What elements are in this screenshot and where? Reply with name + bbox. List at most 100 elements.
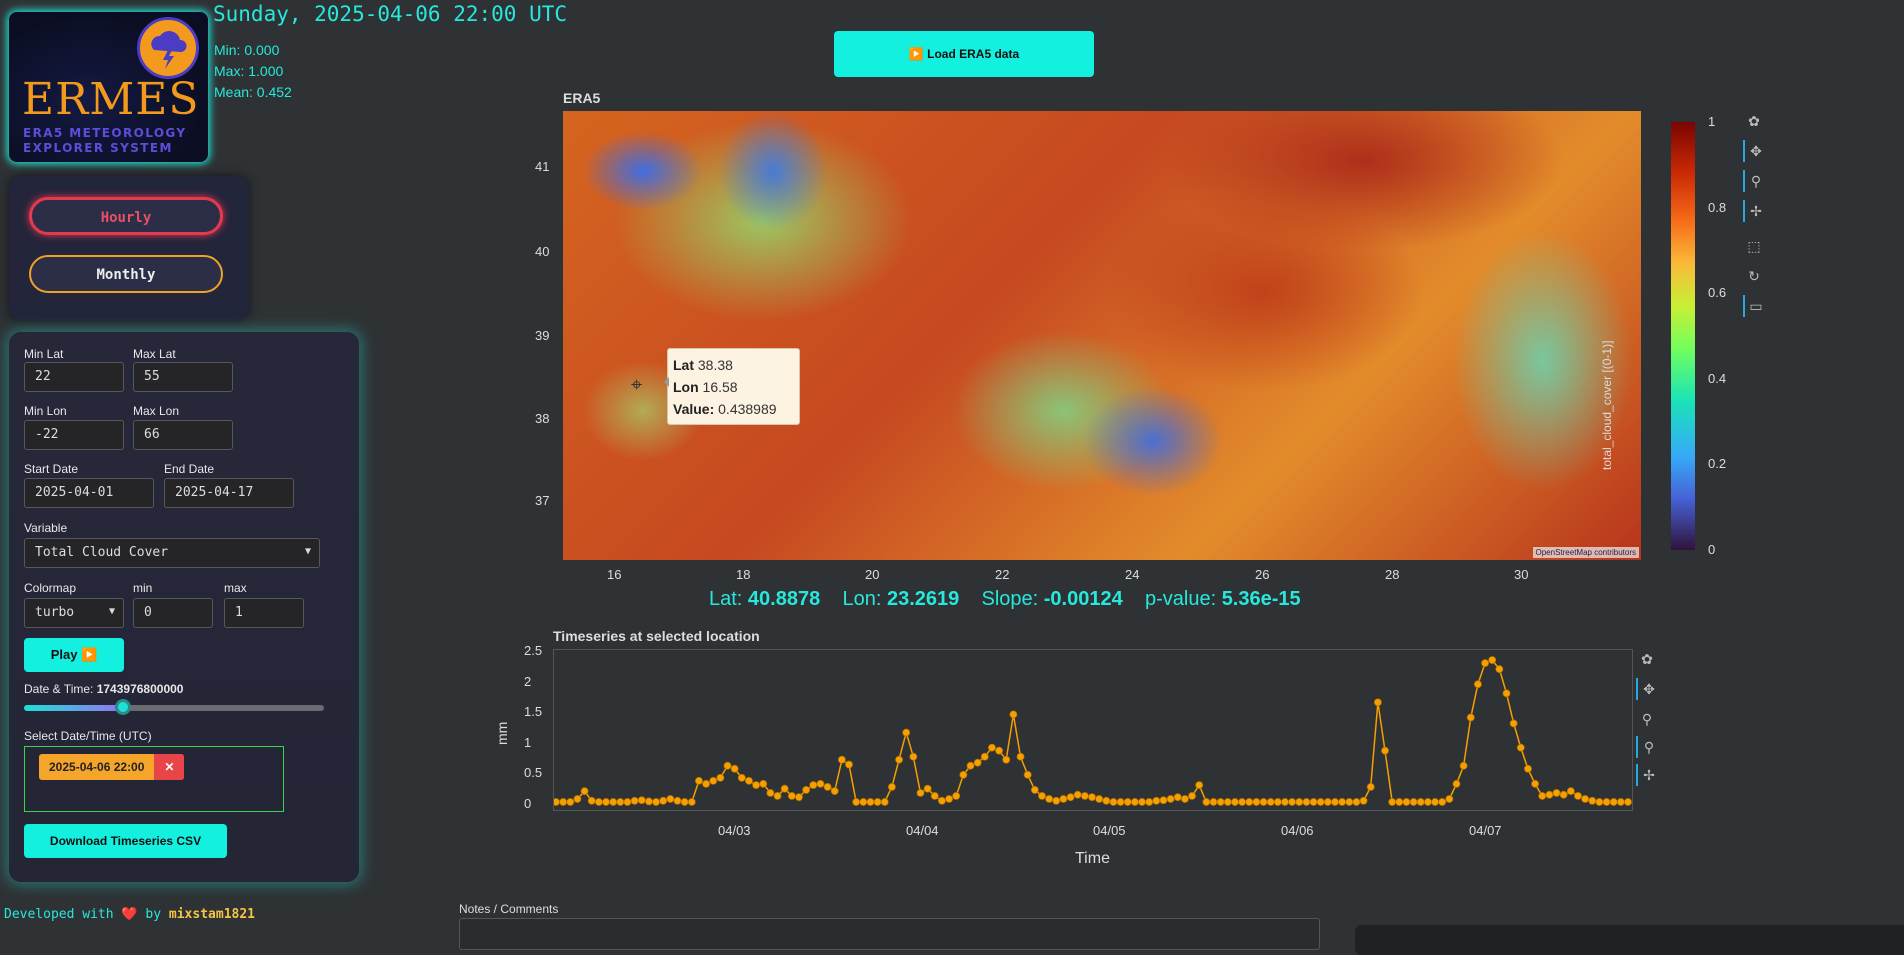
- data-point[interactable]: [1066, 793, 1075, 802]
- data-point[interactable]: [1223, 798, 1232, 806]
- data-point[interactable]: [1559, 790, 1568, 799]
- data-point[interactable]: [1395, 798, 1404, 806]
- data-point[interactable]: [1466, 713, 1475, 722]
- close-icon[interactable]: ✕: [154, 754, 185, 780]
- data-point[interactable]: [1138, 798, 1146, 806]
- data-point[interactable]: [766, 788, 775, 797]
- data-point[interactable]: [1302, 798, 1311, 806]
- data-point[interactable]: [1023, 770, 1032, 779]
- data-point[interactable]: [859, 798, 868, 806]
- data-point[interactable]: [1130, 798, 1139, 806]
- data-point[interactable]: [1545, 790, 1554, 799]
- data-point[interactable]: [1316, 798, 1325, 806]
- data-point[interactable]: [1245, 798, 1254, 806]
- data-point[interactable]: [1566, 787, 1575, 796]
- data-point[interactable]: [573, 795, 582, 803]
- data-point[interactable]: [1309, 798, 1318, 806]
- data-point[interactable]: [1238, 798, 1247, 806]
- data-point[interactable]: [809, 781, 818, 790]
- data-point[interactable]: [1088, 793, 1096, 802]
- data-point[interactable]: [1438, 798, 1447, 806]
- data-point[interactable]: [730, 764, 739, 773]
- data-point[interactable]: [1402, 798, 1411, 806]
- data-point[interactable]: [1102, 796, 1111, 805]
- data-point[interactable]: [559, 798, 568, 806]
- data-point[interactable]: [1045, 795, 1054, 803]
- data-point[interactable]: [1373, 698, 1382, 707]
- data-point[interactable]: [737, 773, 746, 782]
- data-point[interactable]: [787, 792, 796, 800]
- data-point[interactable]: [973, 758, 982, 767]
- data-point[interactable]: [1381, 746, 1389, 755]
- data-point[interactable]: [1009, 710, 1018, 719]
- data-point[interactable]: [995, 746, 1004, 755]
- max-lat-input[interactable]: 55: [133, 362, 233, 392]
- data-point[interactable]: [1259, 798, 1268, 806]
- wheel-zoom-icon[interactable]: ⚲: [1743, 170, 1767, 192]
- data-point[interactable]: [1145, 798, 1154, 806]
- data-point[interactable]: [1588, 796, 1597, 805]
- min-lat-input[interactable]: 22: [24, 362, 124, 392]
- data-point[interactable]: [759, 779, 768, 788]
- data-point[interactable]: [816, 779, 825, 788]
- data-point[interactable]: [1502, 689, 1511, 698]
- data-point[interactable]: [1616, 798, 1625, 806]
- data-point[interactable]: [552, 798, 560, 806]
- data-point[interactable]: [723, 761, 732, 770]
- data-point[interactable]: [1495, 665, 1504, 674]
- data-point[interactable]: [566, 798, 575, 806]
- download-csv-button[interactable]: Download Timeseries CSV: [24, 824, 227, 858]
- data-point[interactable]: [1445, 795, 1454, 803]
- data-point[interactable]: [1080, 792, 1089, 800]
- data-point[interactable]: [623, 798, 632, 806]
- box-zoom-icon[interactable]: ⚲: [1636, 708, 1658, 730]
- data-point[interactable]: [1488, 656, 1497, 665]
- data-point[interactable]: [1581, 795, 1590, 803]
- data-point[interactable]: [1073, 790, 1082, 799]
- data-point[interactable]: [780, 784, 789, 793]
- data-point[interactable]: [1266, 798, 1275, 806]
- data-point[interactable]: [687, 798, 696, 806]
- osm-credit-link[interactable]: OpenStreetMap contributors: [1532, 547, 1639, 558]
- data-point[interactable]: [1523, 764, 1532, 773]
- data-point[interactable]: [895, 755, 903, 764]
- data-point[interactable]: [1288, 798, 1297, 806]
- min-lon-input[interactable]: -22: [24, 420, 124, 450]
- data-point[interactable]: [773, 792, 782, 800]
- bokeh-logo-icon[interactable]: ✿: [1636, 648, 1658, 670]
- data-point[interactable]: [1609, 798, 1618, 806]
- data-point[interactable]: [1331, 798, 1339, 806]
- data-point[interactable]: [887, 782, 896, 791]
- data-point[interactable]: [694, 776, 703, 785]
- data-point[interactable]: [1388, 798, 1397, 806]
- data-point[interactable]: [1016, 752, 1025, 761]
- data-point[interactable]: [1423, 798, 1432, 806]
- data-point[interactable]: [1416, 798, 1425, 806]
- data-point[interactable]: [1230, 798, 1239, 806]
- data-point[interactable]: [1459, 761, 1468, 770]
- data-point[interactable]: [1195, 781, 1204, 790]
- data-point[interactable]: [1109, 798, 1118, 806]
- data-point[interactable]: [902, 728, 911, 737]
- colormap-select[interactable]: turbo ▼: [24, 598, 124, 628]
- data-point[interactable]: [1295, 798, 1304, 806]
- hover-icon[interactable]: ✢: [1743, 200, 1767, 222]
- data-point[interactable]: [1052, 796, 1061, 805]
- data-point[interactable]: [1473, 680, 1482, 689]
- data-point[interactable]: [1166, 795, 1175, 803]
- data-point[interactable]: [823, 782, 832, 791]
- data-point[interactable]: [673, 796, 682, 805]
- data-point[interactable]: [745, 776, 753, 785]
- data-point[interactable]: [752, 781, 761, 790]
- data-point[interactable]: [637, 796, 646, 805]
- data-point[interactable]: [587, 796, 596, 805]
- data-point[interactable]: [702, 779, 711, 788]
- reset-icon[interactable]: ↻: [1743, 265, 1765, 287]
- data-point[interactable]: [830, 787, 839, 796]
- data-point[interactable]: [1352, 798, 1361, 806]
- data-point[interactable]: [937, 796, 946, 805]
- data-point[interactable]: [1002, 755, 1011, 764]
- data-point[interactable]: [1431, 798, 1439, 806]
- data-point[interactable]: [959, 770, 968, 779]
- data-point[interactable]: [916, 788, 925, 797]
